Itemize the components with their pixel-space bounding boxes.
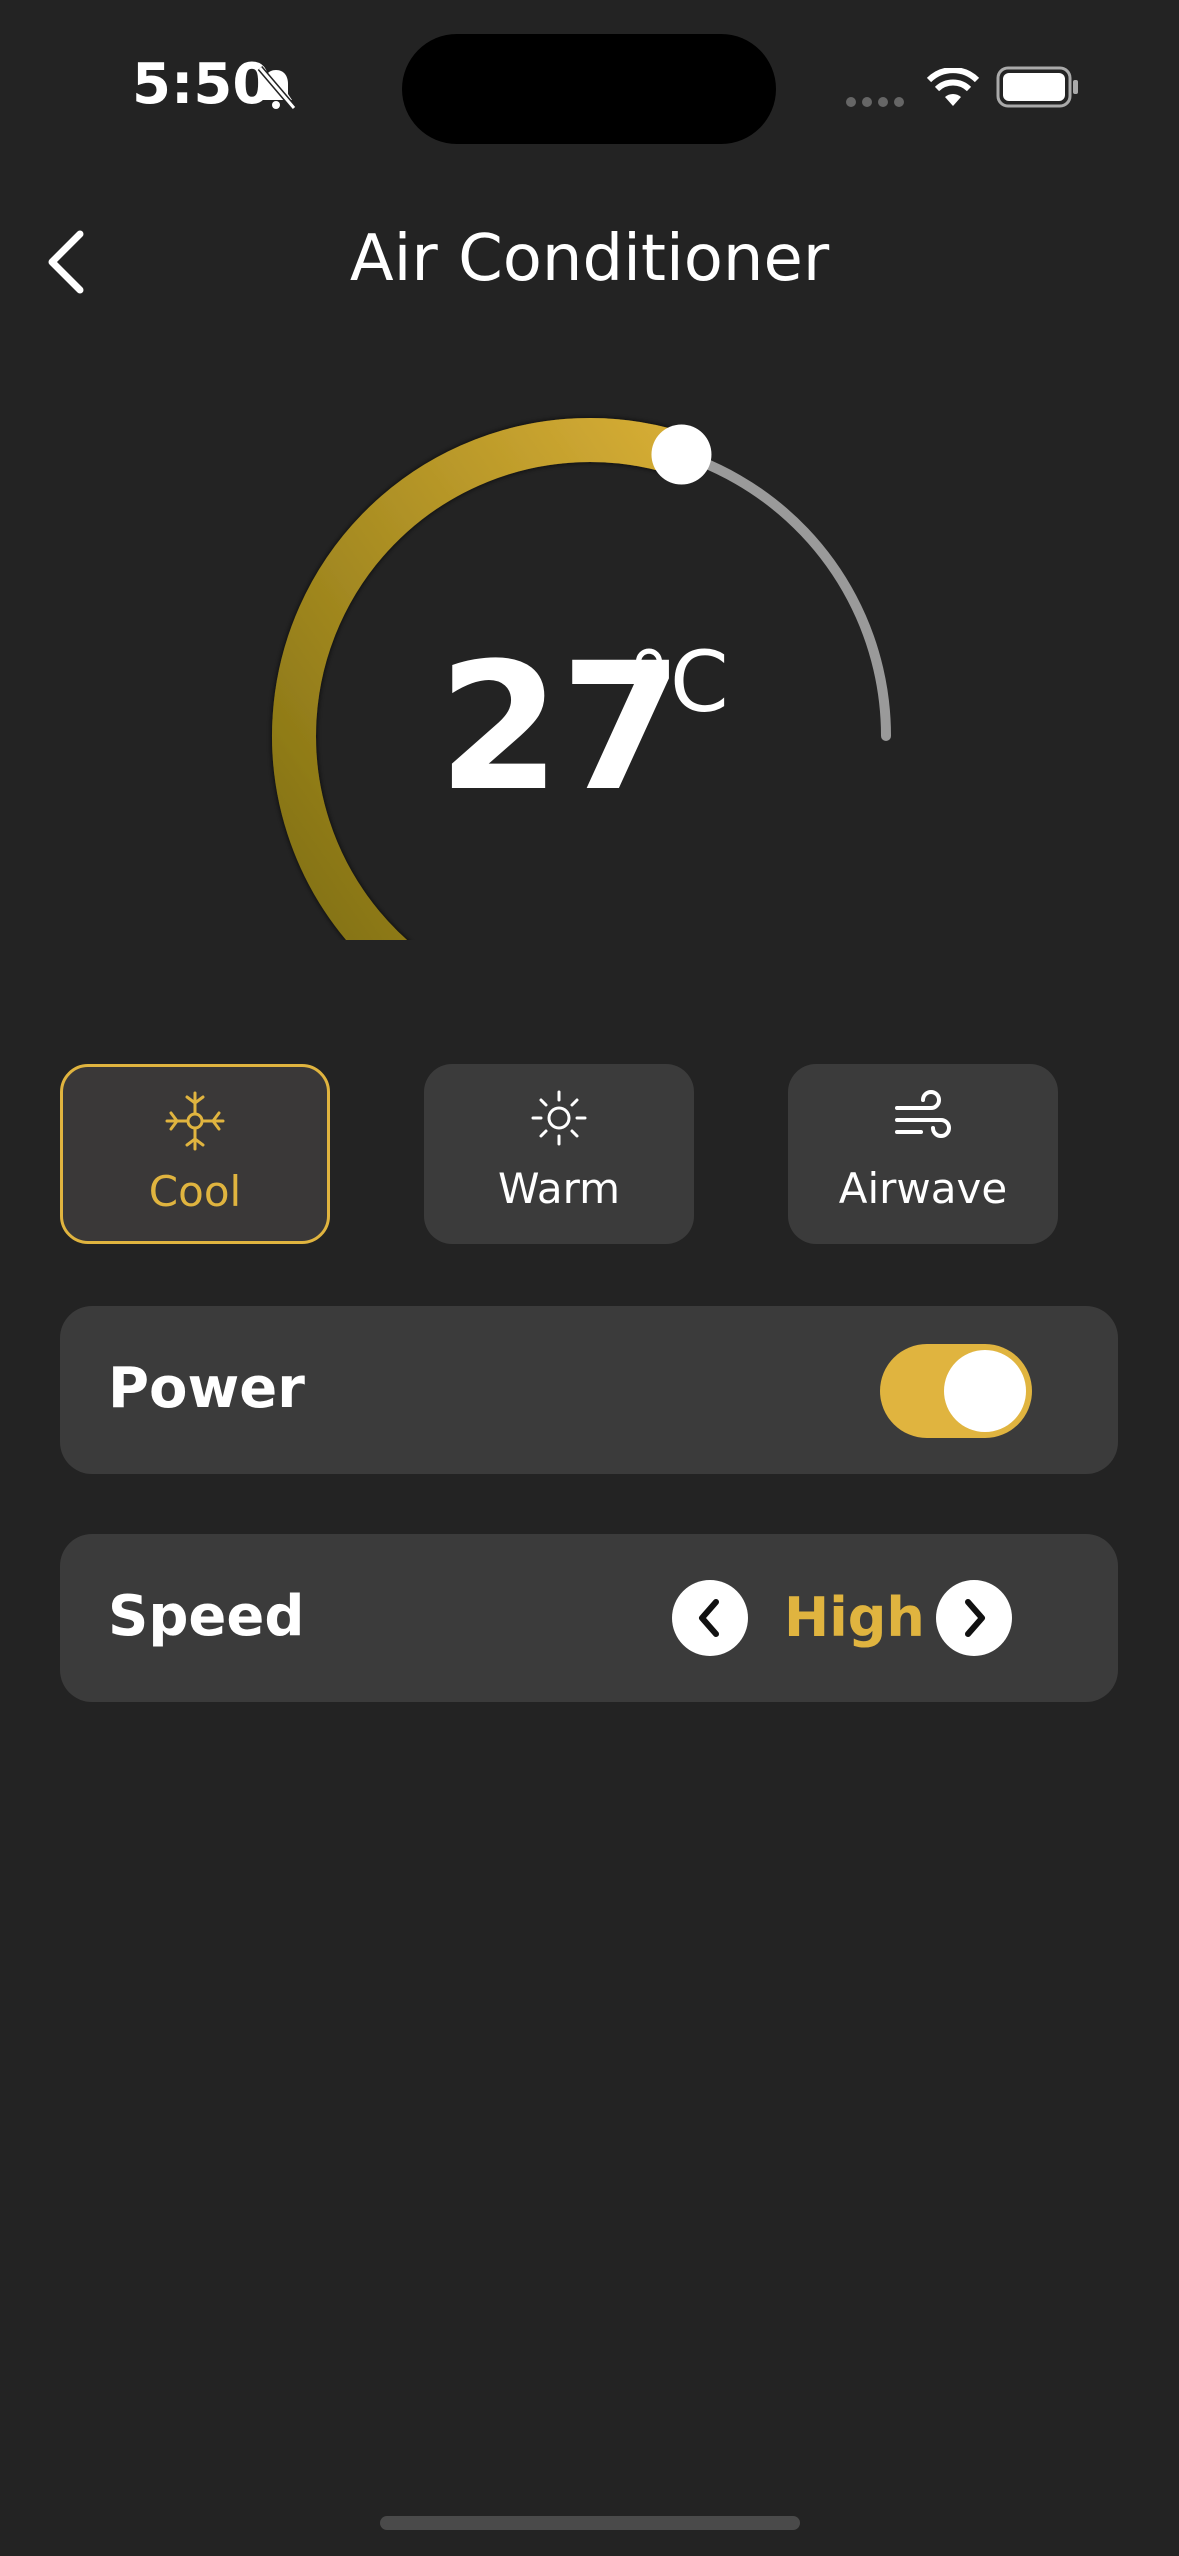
mode-label: Warm [497, 1164, 621, 1213]
chevron-left-icon [699, 1599, 719, 1637]
dial-knob [651, 424, 712, 485]
speed-label: Speed [108, 1584, 305, 1649]
chevron-right-icon [965, 1599, 985, 1637]
mode-cool-button[interactable]: Cool [60, 1064, 330, 1244]
cellular-signal-icon [846, 97, 904, 107]
sun-icon [531, 1090, 587, 1146]
home-indicator [380, 2516, 800, 2530]
battery-icon [996, 66, 1078, 108]
power-toggle[interactable] [880, 1344, 1032, 1438]
status-time: 5:50 [132, 52, 272, 117]
mode-warm-button[interactable]: Warm [424, 1064, 694, 1244]
dynamic-island [402, 34, 776, 144]
speed-value: High [784, 1586, 925, 1649]
wind-icon [895, 1090, 951, 1138]
mode-airwave-button[interactable]: Airwave [788, 1064, 1058, 1244]
speed-decrease-button[interactable] [672, 1580, 748, 1656]
power-row: Power [60, 1306, 1118, 1474]
speed-row: Speed High [60, 1534, 1118, 1702]
speed-increase-button[interactable] [936, 1580, 1012, 1656]
power-label: Power [108, 1356, 305, 1421]
snowflake-icon [165, 1091, 225, 1151]
mode-label: Cool [148, 1167, 242, 1216]
wifi-icon [926, 68, 980, 106]
mode-label: Airwave [838, 1164, 1008, 1213]
temperature-unit: °C [628, 633, 729, 731]
toggle-knob [944, 1350, 1026, 1432]
bell-muted-icon [257, 66, 297, 110]
page-title: Air Conditioner [349, 222, 830, 296]
